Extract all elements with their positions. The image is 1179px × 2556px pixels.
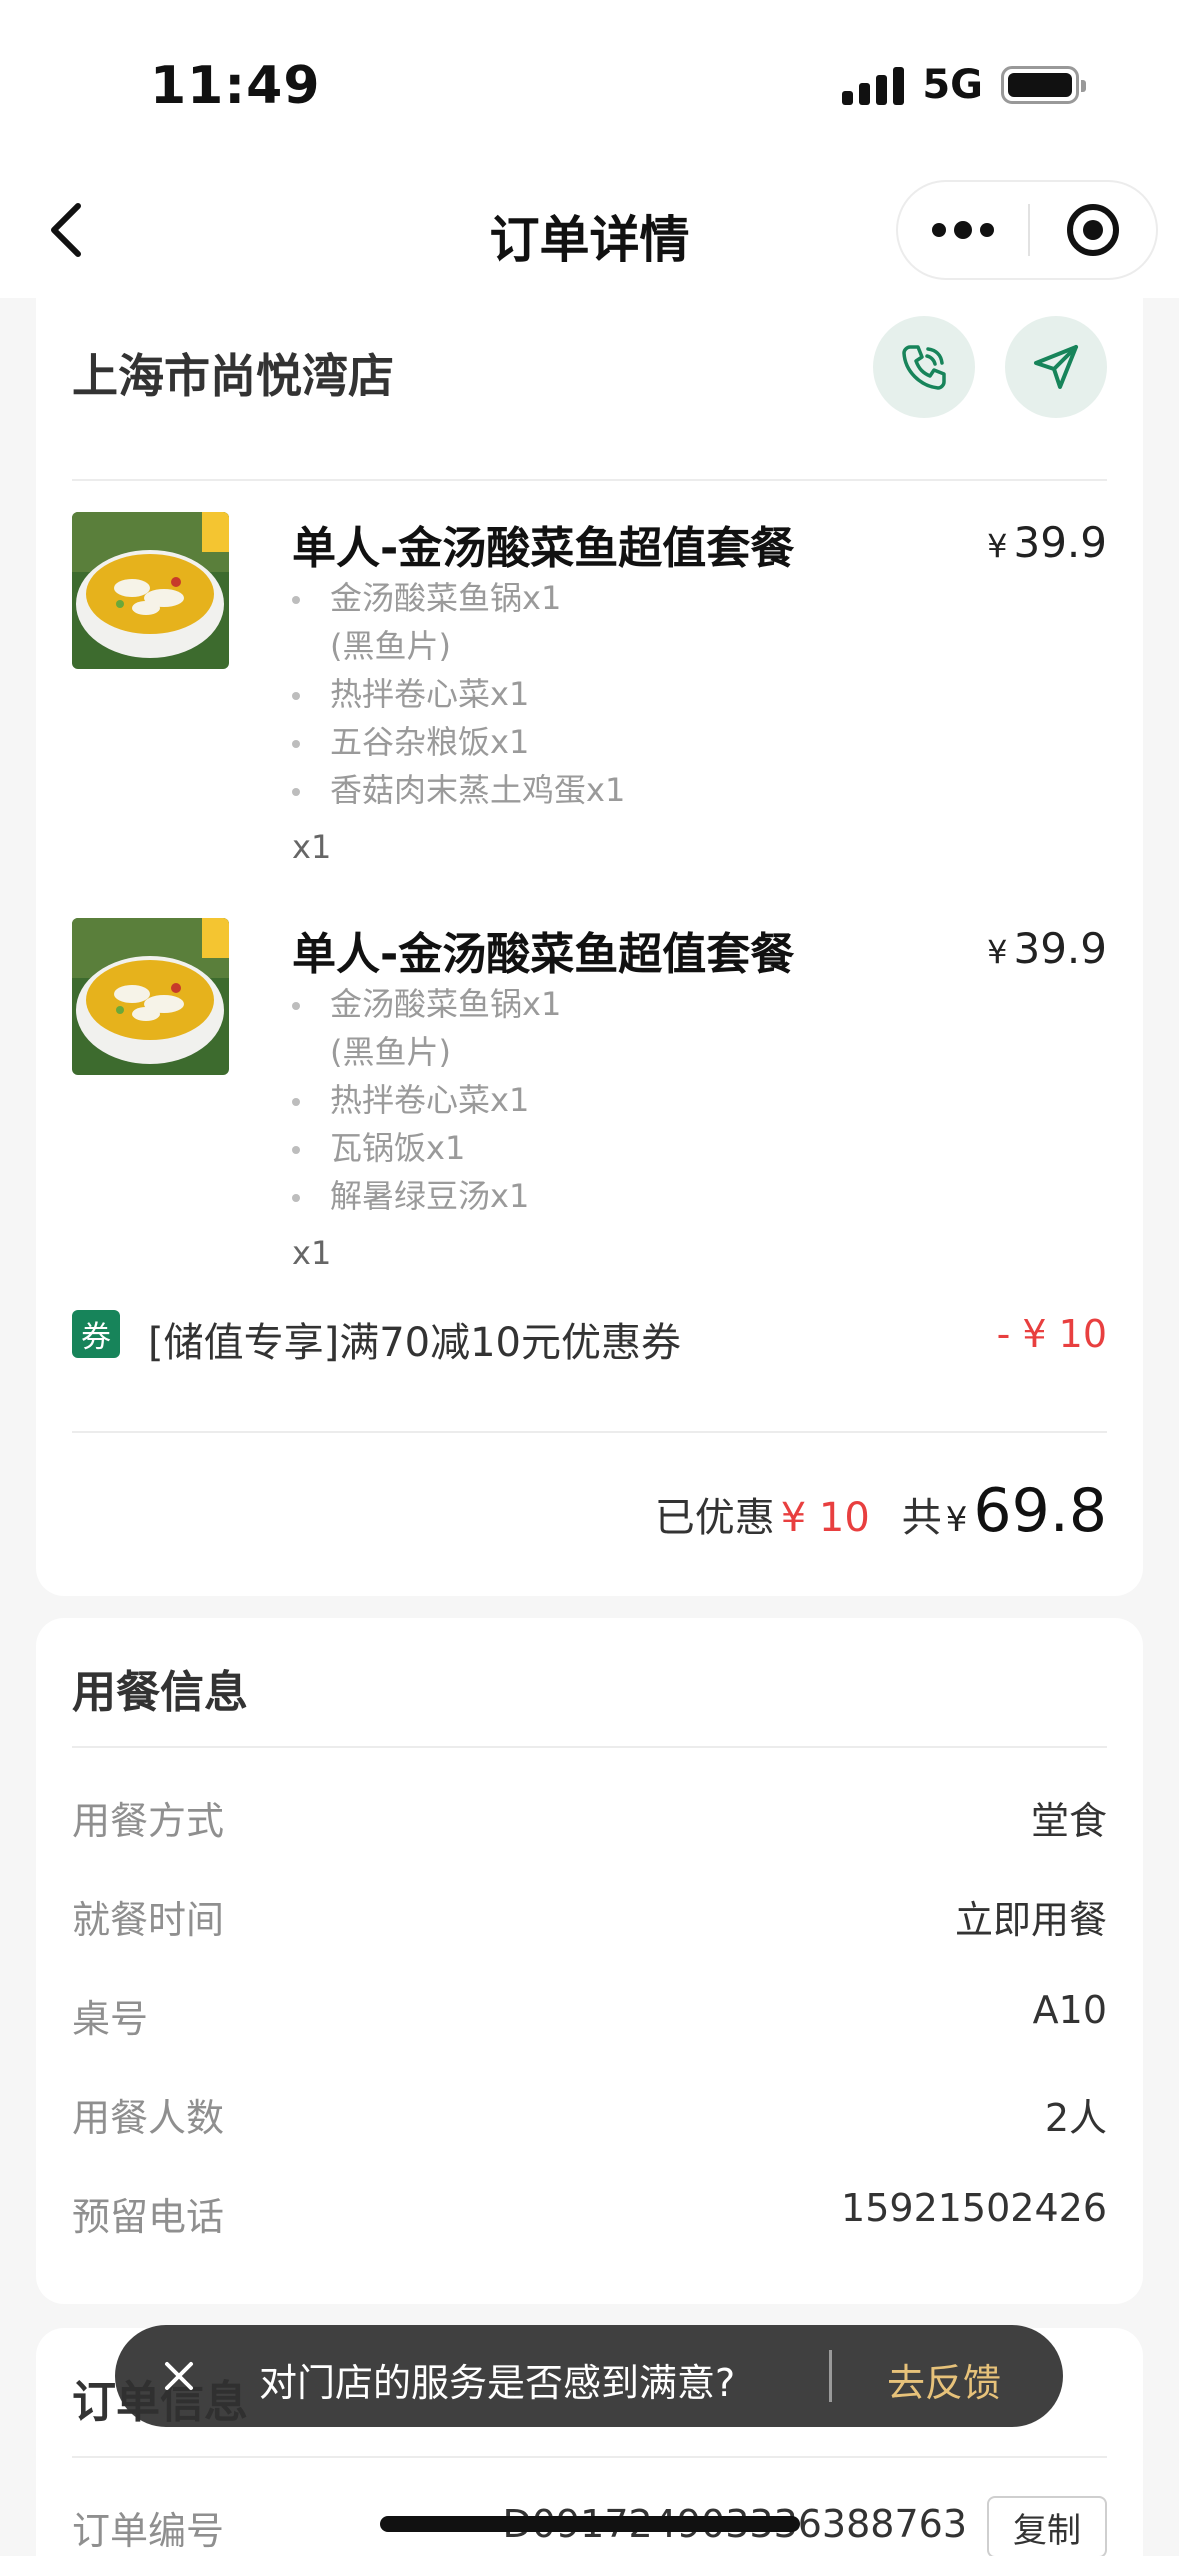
sub-item: 热拌卷心菜x1 [292,1076,561,1124]
toast-message: 对门店的服务是否感到满意? [259,2361,736,2405]
info-row: 就餐时间 立即用餐 [72,1889,1107,1949]
nav-bar: 订单详情 [0,170,1179,298]
more-button[interactable] [898,182,1028,278]
total-row: 已优惠 ¥ 10 共 ¥ 69.8 [655,1476,1107,1546]
order-item: 单人-金汤酸菜鱼超值套餐 ¥39.9 金汤酸菜鱼锅x1 (黑鱼片) 热拌卷心菜x1… [72,918,1107,1298]
section-title: 用餐信息 [72,1667,248,1718]
info-row: 桌号 A10 [72,1988,1107,2048]
status-indicators: 5G [842,62,1086,108]
item-title: 单人-金汤酸菜鱼超值套餐 [292,929,795,980]
coupon-tag: 券 [72,1310,120,1358]
sub-item: 瓦锅饭x1 [292,1124,561,1172]
info-value: 立即用餐 [954,1898,1107,1942]
item-quantity: x1 [292,828,332,866]
sub-item: 香菇肉末蒸土鸡蛋x1 [292,766,625,814]
info-value: 堂食 [1030,1799,1107,1843]
info-label: 用餐人数 [72,2096,225,2140]
total-label: 共 [901,1495,942,1541]
copy-button[interactable]: 复制 [987,2496,1107,2556]
mini-program-capsule [896,180,1158,280]
status-time: 11:49 [150,56,321,116]
info-label: 桌号 [72,1997,149,2041]
signal-icon [842,65,905,105]
toast-divider [829,2350,832,2402]
item-sub-list: 金汤酸菜鱼锅x1 (黑鱼片) 热拌卷心菜x1 瓦锅饭x1 解暑绿豆汤x1 [292,980,561,1220]
info-label: 订单编号 [72,2509,225,2553]
info-label: 就餐时间 [72,1898,225,1942]
phone-icon [902,345,946,390]
total-divider [72,1431,1107,1433]
discount-amount: ¥ 10 [780,1495,870,1541]
coupon-row: 券 [储值专享]满70减10元优惠券 - ¥ 10 [72,1306,1107,1366]
toast-close-button[interactable] [159,2356,199,2396]
battery-icon [1001,66,1086,104]
dining-info-card: 用餐信息 用餐方式 堂食 就餐时间 立即用餐 桌号 A10 用餐人数 2人 预留… [36,1618,1143,2304]
dish-image [72,918,229,1075]
info-label: 用餐方式 [72,1799,225,1843]
coupon-text: [储值专享]满70减10元优惠券 [148,1320,682,1366]
network-type: 5G [922,62,983,108]
close-icon [165,2362,193,2390]
sub-item: 热拌卷心菜x1 [292,670,625,718]
section-divider [72,2456,1107,2458]
sub-item: 五谷杂粮饭x1 [292,718,625,766]
info-row: 用餐人数 2人 [72,2087,1107,2147]
close-miniprogram-button[interactable] [1030,182,1156,278]
store-name: 上海市尚悦湾店 [72,349,394,403]
navigate-store-button[interactable] [1005,316,1107,418]
info-value: 15921502426 [841,2186,1107,2230]
info-row: 用餐方式 堂食 [72,1790,1107,1850]
more-dots-icon [932,221,994,239]
item-title: 单人-金汤酸菜鱼超值套餐 [292,523,795,574]
status-bar: 11:49 5G [0,0,1179,170]
section-divider [72,1746,1107,1748]
sub-item: 金汤酸菜鱼锅x1 (黑鱼片) [292,980,561,1076]
order-item: 单人-金汤酸菜鱼超值套餐 ¥39.9 金汤酸菜鱼锅x1 (黑鱼片) 热拌卷心菜x1… [72,512,1107,892]
sub-item: 金汤酸菜鱼锅x1 (黑鱼片) [292,574,625,670]
item-price: ¥39.9 [987,924,1107,973]
total-amount: 69.8 [973,1476,1107,1546]
info-value: 2人 [1044,2096,1107,2140]
store-row: 上海市尚悦湾店 [72,298,1107,481]
info-label: 预留电话 [72,2195,225,2239]
feedback-link[interactable]: 去反馈 [887,2352,1001,2407]
feedback-toast: 对门店的服务是否感到满意? 去反馈 [115,2325,1063,2427]
call-store-button[interactable] [873,316,975,418]
total-currency: ¥ [945,1500,968,1540]
order-card: 上海市尚悦湾店 单人-金汤酸菜鱼超值套餐 ¥ 39.9 金汤酸菜鱼锅x1 (黑鱼… [36,298,1143,1596]
info-row: 预留电话 15921502426 [72,2186,1107,2246]
target-close-icon [1067,204,1119,256]
navigation-arrow-icon [1034,345,1078,389]
discount-label: 已优惠 [654,1495,775,1541]
dish-image [72,512,229,669]
sub-item: 解暑绿豆汤x1 [292,1172,561,1220]
info-value: A10 [1032,1988,1107,2032]
item-price: ¥39.9 [987,518,1107,567]
item-quantity: x1 [292,1234,332,1272]
coupon-amount: - ¥ 10 [996,1312,1107,1356]
home-indicator [380,2516,800,2532]
item-sub-list: 金汤酸菜鱼锅x1 (黑鱼片) 热拌卷心菜x1 五谷杂粮饭x1 香菇肉末蒸土鸡蛋x1 [292,574,625,814]
